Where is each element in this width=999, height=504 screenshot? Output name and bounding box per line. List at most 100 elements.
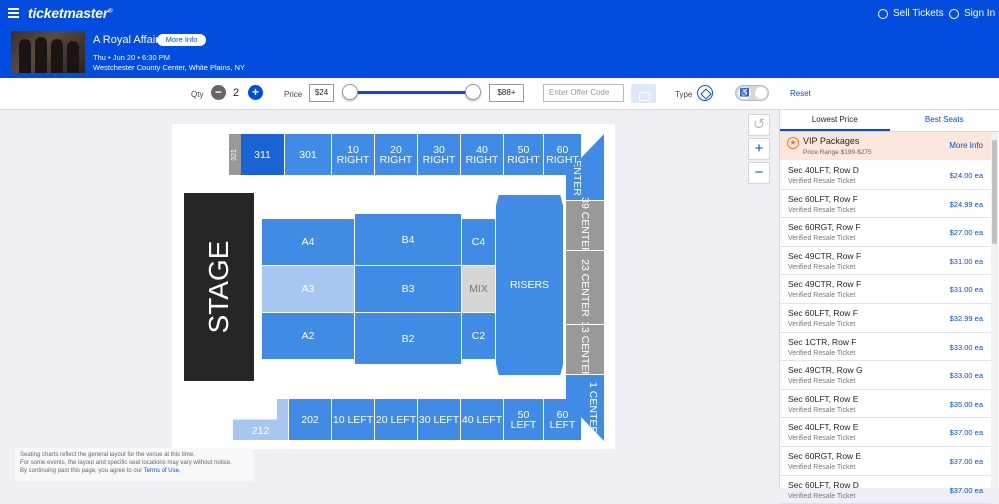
listing-section: Sec 49CTR, Row G	[788, 365, 863, 375]
listing-scrollbar[interactable]	[991, 132, 998, 488]
listing-ticket-type: Verified Resale Ticket	[788, 378, 855, 385]
section-c4[interactable]: C4	[462, 219, 495, 265]
qty-value: 2	[233, 87, 239, 99]
section-30-right[interactable]: 30 RIGHT	[418, 134, 460, 175]
sign-in-link[interactable]: Sign In	[949, 8, 995, 19]
listing-section: Sec 40LFT, Row E	[788, 422, 858, 432]
section-a4[interactable]: A4	[262, 219, 354, 265]
terms-of-use-link[interactable]: Terms of Use	[144, 468, 179, 474]
vip-more-info-link[interactable]: More Info	[949, 141, 983, 150]
price-min-field[interactable]: $24	[309, 84, 334, 102]
listing-price: $33.00 ea	[950, 343, 983, 352]
section-20-right[interactable]: 20 RIGHT	[375, 134, 417, 175]
section-23-center[interactable]: 23 CENTER	[566, 251, 604, 324]
section-311[interactable]: 311	[241, 134, 284, 175]
user-icon	[949, 9, 959, 19]
listing-ticket-type: Verified Resale Ticket	[788, 207, 855, 214]
section-321[interactable]: 321	[229, 134, 241, 175]
stage: STAGE	[184, 193, 254, 381]
listing-price: $32.99 ea	[950, 314, 983, 323]
listing-row[interactable]: Sec 60LFT, Row FVerified Resale Ticket$3…	[780, 304, 991, 333]
section-60-left[interactable]: 60 LEFT	[544, 399, 581, 440]
listing-section: Sec 60LFT, Row F	[788, 194, 858, 204]
section-b2[interactable]: B2	[355, 313, 461, 364]
reset-view-icon[interactable]: ↺	[748, 114, 770, 136]
section-b3[interactable]: B3	[355, 266, 461, 312]
price-slider-track[interactable]	[350, 91, 473, 94]
section-10-left[interactable]: 10 LEFT	[332, 399, 374, 440]
ticketmaster-logo[interactable]: ticketmaster®	[28, 5, 112, 21]
listing-row[interactable]: Sec 1CTR, Row FVerified Resale Ticket$33…	[780, 333, 991, 362]
listing-ticket-type: Verified Resale Ticket	[788, 264, 855, 271]
tab-best-seats[interactable]: Best Seats	[890, 110, 999, 131]
listing-ticket-type: Verified Resale Ticket	[788, 235, 855, 242]
qty-decrease-button[interactable]: −	[211, 85, 226, 100]
price-slider-min-handle[interactable]	[342, 84, 358, 100]
tab-lowest-price[interactable]: Lowest Price	[780, 110, 890, 131]
listing-row[interactable]: Sec 60LFT, Row D Verified Resale Ticket $3…	[780, 476, 991, 504]
section-39-center[interactable]: 39 CENTER	[566, 201, 604, 250]
zoom-out-button[interactable]: −	[748, 162, 770, 184]
listing-section: Sec 60LFT, Row D	[788, 480, 859, 490]
accessible-toggle[interactable]: ♿	[735, 85, 769, 101]
listing-ticket-type: Verified Resale Ticket	[788, 178, 855, 185]
listing-row[interactable]: Sec 49CTR, Row FVerified Resale Ticket$3…	[780, 275, 991, 304]
lock-icon[interactable]	[631, 84, 656, 103]
listing-row[interactable]: Sec 60LFT, Row FVerified Resale Ticket$2…	[780, 190, 991, 219]
section-20-left[interactable]: 20 LEFT	[375, 399, 417, 440]
section-50-left[interactable]: 50 LEFT	[504, 399, 543, 440]
section-202[interactable]: 202	[289, 399, 331, 440]
listing-row[interactable]: Sec 60RGT, Row FVerified Resale Ticket$2…	[780, 218, 991, 247]
ticket-type-icon[interactable]	[697, 85, 713, 101]
reset-link[interactable]: Reset	[790, 89, 811, 98]
listing-row[interactable]: Sec 60RGT, Row EVerified Resale Ticket$3…	[780, 447, 991, 476]
listing-ticket-type: Verified Resale Ticket	[788, 493, 855, 500]
type-label: Type	[675, 90, 692, 99]
price-slider-max-handle[interactable]	[465, 84, 481, 100]
event-header: A Royal Affair More Info Thu • Jun 20 • …	[0, 27, 999, 78]
section-301[interactable]: 301	[285, 134, 331, 175]
price-max-field[interactable]: $88+	[489, 84, 524, 102]
listing-ticket-type: Verified Resale Ticket	[788, 435, 855, 442]
listing-ticket-type: Verified Resale Ticket	[788, 407, 855, 414]
section-c2[interactable]: C2	[462, 313, 495, 359]
event-venue: Westchester County Center, White Plains,…	[93, 63, 245, 72]
listing-row[interactable]: Sec 40LFT, Row EVerified Resale Ticket$3…	[780, 418, 991, 447]
section-13-center[interactable]: 13 CENTER	[566, 325, 604, 374]
event-title: A Royal Affair	[93, 34, 159, 46]
menu-icon[interactable]	[8, 8, 19, 17]
listing-section: Sec 1CTR, Row F	[788, 337, 857, 347]
listing-section: Sec 49CTR, Row F	[788, 251, 861, 261]
filter-bar: Qty − 2 + Price $24 $88+ Enter Offer Cod…	[0, 78, 999, 110]
section-mix: MIX	[462, 266, 495, 312]
vip-packages-row[interactable]: ★ VIP Packages Price Range $199-$275 Mor…	[780, 132, 991, 160]
sell-tickets-link[interactable]: Sell Tickets	[878, 8, 944, 19]
listing-row[interactable]: Sec 49CTR, Row GVerified Resale Ticket$3…	[780, 361, 991, 390]
section-30-left[interactable]: 30 LEFT	[418, 399, 460, 440]
section-risers[interactable]: RISERS	[496, 195, 563, 375]
listing-section: Sec 40LFT, Row D	[788, 165, 859, 175]
listing-price: $27.00 ea	[950, 228, 983, 237]
zoom-in-button[interactable]: +	[748, 138, 770, 160]
qty-label: Qty	[191, 90, 203, 99]
section-40-right[interactable]: 40 RIGHT	[461, 134, 503, 175]
offer-code-input[interactable]: Enter Offer Code	[543, 84, 624, 102]
event-date: Thu • Jun 20 • 6:30 PM	[93, 53, 170, 62]
section-50-right[interactable]: 50 RIGHT	[504, 134, 543, 175]
listing-row[interactable]: Sec 49CTR, Row FVerified Resale Ticket$3…	[780, 247, 991, 276]
listing-price: $37.00 ea	[950, 486, 983, 495]
listing-ticket-type: Verified Resale Ticket	[788, 292, 855, 299]
listing-section: Sec 49CTR, Row F	[788, 279, 861, 289]
section-b4[interactable]: B4	[355, 214, 461, 265]
section-10-right[interactable]: 10 RIGHT	[332, 134, 374, 175]
price-label: Price	[284, 90, 302, 99]
listing-row[interactable]: Sec 60LFT, Row EVerified Resale Ticket$3…	[780, 390, 991, 419]
more-info-button[interactable]: More Info	[157, 34, 206, 46]
listing-section: Sec 60LFT, Row E	[788, 394, 858, 404]
section-a3[interactable]: A3	[262, 266, 354, 312]
qty-increase-button[interactable]: +	[248, 85, 263, 100]
section-a2[interactable]: A2	[262, 313, 354, 359]
wheelchair-icon: ♿	[738, 87, 751, 99]
section-40-left[interactable]: 40 LEFT	[461, 399, 503, 440]
listing-row[interactable]: Sec 40LFT, Row DVerified Resale Ticket$2…	[780, 161, 991, 190]
